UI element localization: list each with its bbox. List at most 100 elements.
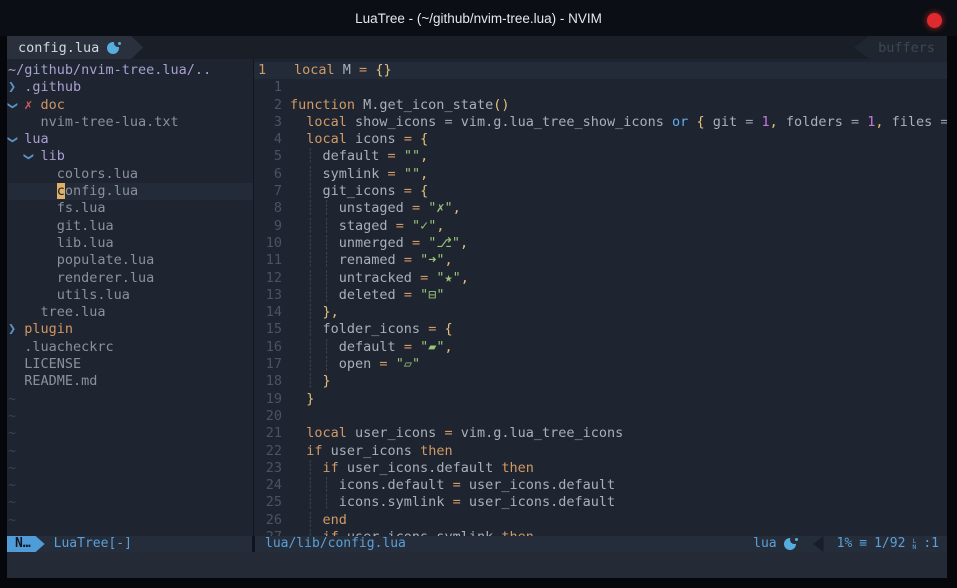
text-token: folder_icons [323, 321, 429, 337]
code-line[interactable]: 14 ┊ }, [254, 304, 947, 321]
tree-item-githubnvim-tree.lua..[interactable]: ~/github/nvim-tree.lua/.. [8, 62, 253, 79]
code-text [290, 408, 947, 425]
code-line[interactable]: 12 ┊ ┊ untracked = "★", [254, 270, 947, 287]
buffers-toggle[interactable]: buffers [854, 36, 947, 59]
tree-item-.github[interactable]: ❯ .github [8, 79, 253, 96]
line-number: 18 [254, 373, 282, 390]
tree-item-git.lua[interactable]: git.lua [8, 218, 253, 235]
line-number: 7 [254, 183, 282, 200]
text-token: "✗" [428, 200, 452, 216]
text-token: ┊ ┊ [290, 287, 339, 303]
tree-item-onfig.lua[interactable]: config.lua [8, 183, 253, 200]
text-token: ┊ [290, 529, 323, 536]
command-line[interactable] [7, 552, 947, 578]
code-line[interactable]: 9 ┊ ┊ staged = "✓", [254, 218, 947, 235]
tree-item-lib.lua[interactable]: lib.lua [8, 235, 253, 252]
tree-item-renderer.lua[interactable]: renderer.lua [8, 270, 253, 287]
code-line[interactable]: 19 } [254, 391, 947, 408]
text-token: "★" [436, 270, 460, 286]
text-token: "▰" [420, 339, 444, 355]
code-line[interactable]: 7 ┊ git_icons = { [254, 183, 947, 200]
terminal-window: LuaTree - (~/github/nvim-tree.lua) - NVI… [0, 0, 957, 588]
code-text: ┊ ┊ unstaged = "✗", [290, 200, 947, 217]
close-icon[interactable] [927, 13, 942, 28]
text-token: = [388, 148, 396, 164]
text-token: ~ [8, 494, 16, 510]
code-line[interactable]: 4 local icons = { [254, 131, 947, 148]
text-token [412, 339, 420, 355]
code-line[interactable]: 11 ┊ ┊ renamed = "➜", [254, 252, 947, 269]
text-token: ~ [8, 477, 16, 493]
main-panes: ~/github/nvim-tree.lua/..❯ .github❯ ✗ do… [7, 59, 947, 536]
code-line[interactable]: 8 ┊ ┊ unstaged = "✗", [254, 200, 947, 217]
tree-item-fs.lua[interactable]: fs.lua [8, 200, 253, 217]
text-token: git_icons [323, 183, 404, 199]
text-token [8, 287, 57, 303]
code-line[interactable]: 15 ┊ folder_icons = { [254, 321, 947, 338]
tree-item-colors.lua[interactable]: colors.lua [8, 166, 253, 183]
code-line[interactable]: 13 ┊ ┊ deleted = "⊟" [254, 287, 947, 304]
text-token: , [770, 114, 778, 130]
code-line[interactable]: 26 ┊ end [254, 512, 947, 529]
line-number: 27 [254, 529, 282, 536]
text-token [8, 373, 24, 389]
text-token: "➜" [420, 252, 444, 268]
window-title: LuaTree - (~/github/nvim-tree.lua) - NVI… [355, 11, 602, 26]
tree-item-populate.lua[interactable]: populate.lua [8, 252, 253, 269]
tree-item-lua[interactable]: ❯ lua [8, 131, 253, 148]
tree-item-license[interactable]: LICENSE [8, 356, 253, 373]
tree-item-plugin[interactable]: ❯ plugin [8, 321, 253, 338]
text-token: { [420, 131, 428, 147]
text-token: if [323, 529, 339, 536]
text-token: ┊ [290, 166, 323, 182]
tree-item-nvim-tree-lua.txt[interactable]: nvim-tree-lua.txt [8, 114, 253, 131]
tree-item-lib[interactable]: ❯ lib [8, 148, 253, 165]
text-token: default [339, 339, 404, 355]
filetype-label: lua [753, 536, 776, 552]
code-line[interactable]: 1local M = {} [254, 62, 947, 79]
text-token [388, 356, 396, 372]
text-token: icons.default [339, 477, 453, 493]
tree-item-utils.lua[interactable]: utils.lua [8, 287, 253, 304]
code-line[interactable]: 18 ┊ } [254, 373, 947, 390]
text-token [412, 287, 420, 303]
code-line[interactable]: 21 local user_icons = vim.g.lua_tree_ico… [254, 425, 947, 442]
text-token: plugin [24, 321, 73, 337]
code-line[interactable]: 17 ┊ ┊ open = "▱" [254, 356, 947, 373]
tree-item-readme.md[interactable]: README.md [8, 373, 253, 390]
code-line[interactable]: 1 [254, 79, 947, 96]
code-line[interactable]: 2function M.get_icon_state() [254, 97, 947, 114]
tree-item-tree.lua[interactable]: tree.lua [8, 304, 253, 321]
text-token [420, 235, 428, 251]
code-line[interactable]: 23 ┊ if user_icons.default then [254, 460, 947, 477]
tab-config-lua[interactable]: config.lua [7, 36, 143, 59]
tree-item-.luacheckrc[interactable]: .luacheckrc [8, 339, 253, 356]
text-token: , [875, 114, 883, 130]
code-line[interactable]: 16 ┊ ┊ default = "▰", [254, 339, 947, 356]
mode-text: N… [15, 536, 31, 551]
line-number: 10 [254, 235, 282, 252]
code-line[interactable]: 5 ┊ default = "", [254, 148, 947, 165]
text-token [8, 252, 57, 268]
code-line[interactable]: 3 local show_icons = vim.g.lua_tree_show… [254, 114, 947, 131]
code-line[interactable]: 6 ┊ symlink = "", [254, 166, 947, 183]
code-line[interactable]: 22 if user_icons then [254, 443, 947, 460]
text-token [859, 114, 867, 130]
code-line[interactable]: 25 ┊ ┊ icons.symlink = user_icons.defaul… [254, 494, 947, 511]
text-token: M.get_icon_state [355, 97, 493, 113]
text-token: = [453, 477, 461, 493]
current-file-path: lua/lib/config.lua [265, 536, 406, 552]
code-line[interactable]: 20 [254, 408, 947, 425]
code-line[interactable]: 10 ┊ ┊ unmerged = "⎇", [254, 235, 947, 252]
text-token: lib.lua [57, 235, 114, 251]
text-token: end [323, 512, 347, 528]
text-token: ┊ ┊ [290, 477, 339, 493]
code-text: ┊ ┊ icons.symlink = user_icons.default [290, 494, 947, 511]
code-text: function M.get_icon_state() [290, 97, 947, 114]
code-line[interactable]: 27 ┊ if user_icons.symlink then [254, 529, 947, 536]
code-text: ┊ default = "", [290, 148, 947, 165]
tree-item-doc[interactable]: ❯ ✗ doc [8, 97, 253, 114]
code-line[interactable]: 24 ┊ ┊ icons.default = user_icons.defaul… [254, 477, 947, 494]
text-token: ┊ ┊ [290, 494, 339, 510]
text-token [290, 114, 306, 130]
